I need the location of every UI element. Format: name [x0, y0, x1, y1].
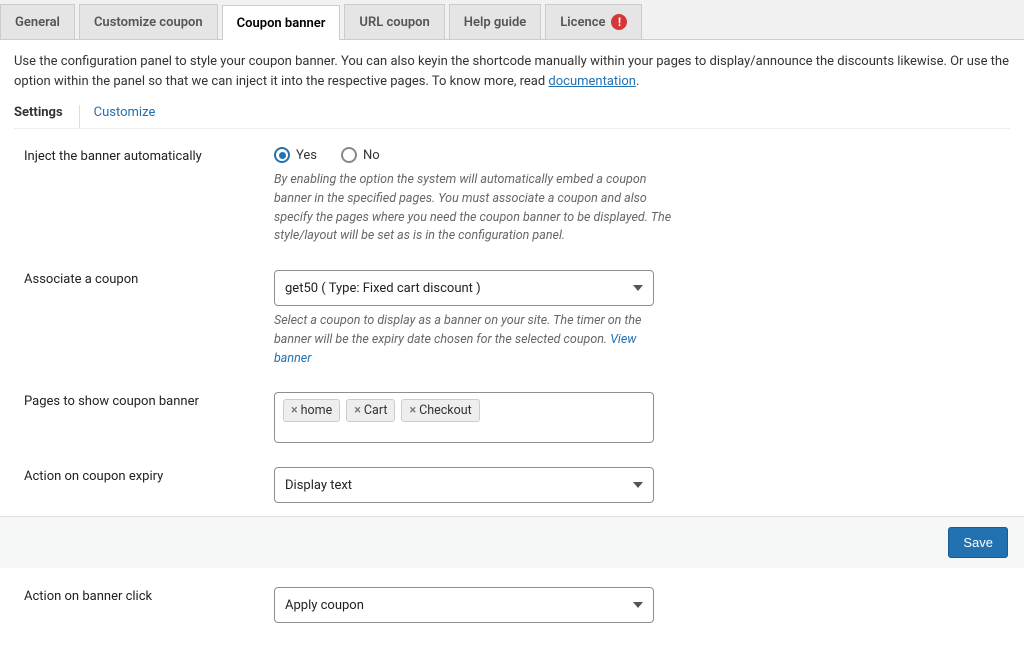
tab-licence-label: Licence [560, 15, 605, 30]
alert-icon: ! [611, 14, 627, 30]
pages-tag-input[interactable]: ×home ×Cart ×Checkout [274, 392, 654, 443]
intro-before: Use the configuration panel to style you… [14, 54, 1009, 89]
radio-icon [274, 147, 290, 163]
tag-home[interactable]: ×home [283, 399, 340, 422]
associate-label: Associate a coupon [14, 270, 274, 368]
save-button[interactable]: Save [948, 527, 1008, 558]
associate-select[interactable]: get50 ( Type: Fixed cart discount ) [274, 270, 654, 306]
tab-licence[interactable]: Licence ! [545, 4, 642, 39]
tab-help-guide[interactable]: Help guide [449, 4, 541, 39]
expiry-action-label: Action on coupon expiry [14, 467, 274, 503]
subtab-customize[interactable]: Customize [79, 105, 156, 128]
inject-yes-label: Yes [296, 148, 317, 163]
inject-no-option[interactable]: No [341, 147, 380, 163]
inject-no-label: No [363, 148, 380, 163]
main-tabs: General Customize coupon Coupon banner U… [0, 0, 1024, 40]
intro-after: . [636, 74, 639, 89]
tag-checkout[interactable]: ×Checkout [401, 399, 479, 422]
associate-help: Select a coupon to display as a banner o… [274, 312, 674, 368]
radio-icon [341, 147, 357, 163]
tab-customize-coupon[interactable]: Customize coupon [79, 4, 218, 39]
subtab-settings[interactable]: Settings [14, 105, 63, 128]
chevron-down-icon [633, 602, 643, 608]
click-action-label: Action on banner click [14, 587, 274, 623]
click-action-select[interactable]: Apply coupon [274, 587, 654, 623]
footer-bar: Save [0, 516, 1024, 568]
documentation-link[interactable]: documentation [548, 74, 636, 89]
close-icon: × [409, 403, 416, 418]
close-icon: × [291, 403, 298, 418]
inject-radio-group: Yes No [274, 147, 674, 163]
tab-general[interactable]: General [0, 4, 75, 39]
chevron-down-icon [633, 482, 643, 488]
inject-help: By enabling the option the system will a… [274, 171, 674, 246]
close-icon: × [354, 403, 361, 418]
inject-yes-option[interactable]: Yes [274, 147, 317, 163]
click-action-value: Apply coupon [285, 598, 364, 613]
expiry-action-select[interactable]: Display text [274, 467, 654, 503]
intro-text: Use the configuration panel to style you… [14, 52, 1010, 91]
chevron-down-icon [633, 285, 643, 291]
associate-help-text: Select a coupon to display as a banner o… [274, 313, 641, 347]
associate-value: get50 ( Type: Fixed cart discount ) [285, 281, 481, 296]
expiry-action-value: Display text [285, 478, 352, 493]
inject-label: Inject the banner automatically [14, 147, 274, 246]
tab-coupon-banner[interactable]: Coupon banner [222, 5, 341, 40]
tab-url-coupon[interactable]: URL coupon [344, 4, 444, 39]
subtabs: Settings Customize [14, 105, 1010, 129]
tag-cart[interactable]: ×Cart [346, 399, 395, 422]
pages-label: Pages to show coupon banner [14, 392, 274, 443]
